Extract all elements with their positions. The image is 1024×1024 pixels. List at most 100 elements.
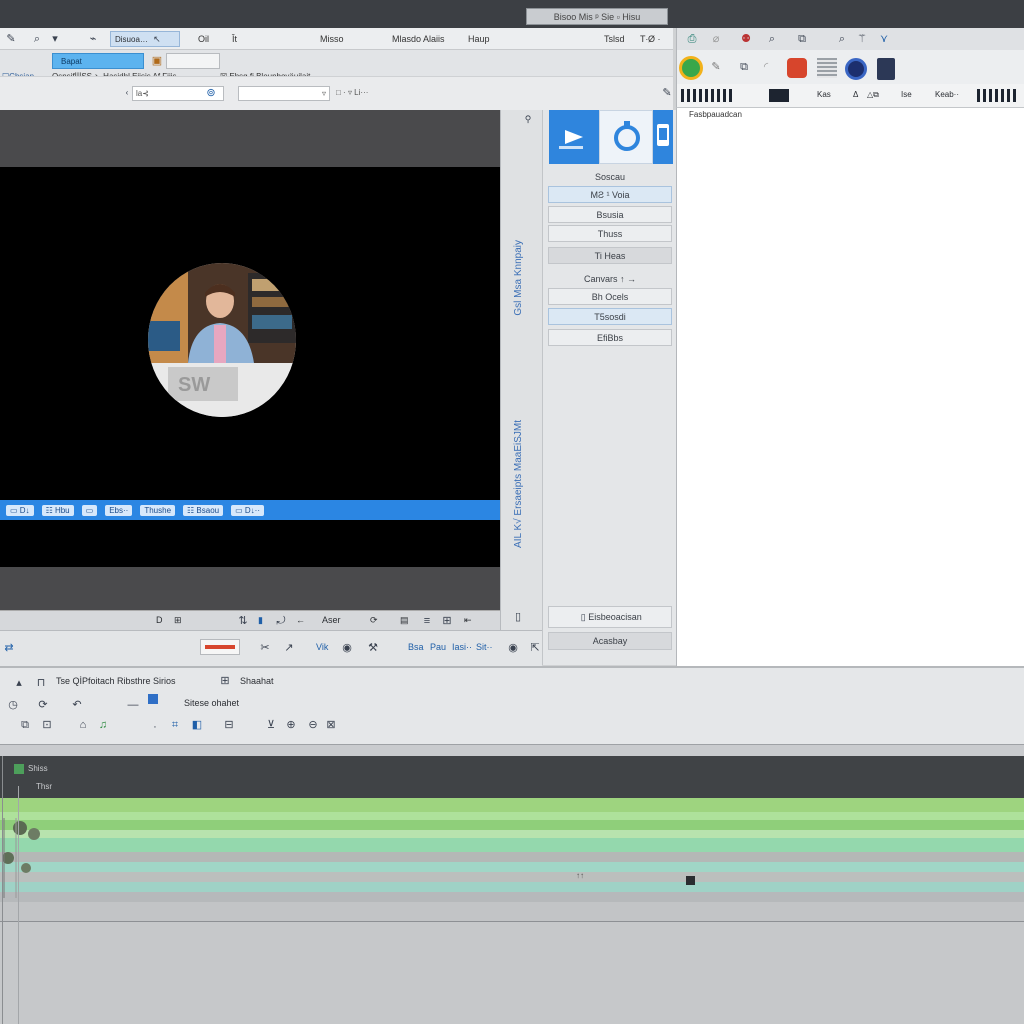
- bar-item-3[interactable]: Ebs··: [105, 504, 133, 516]
- side-button-8[interactable]: EfiBbs: [548, 329, 672, 346]
- grey-clip-1[interactable]: [0, 852, 1024, 862]
- menu-item-1[interactable]: Ît: [232, 34, 237, 44]
- green-clip-2[interactable]: [0, 812, 1024, 820]
- file-field[interactable]: Disuoa… ↖: [110, 31, 180, 47]
- teal-clip-1[interactable]: [0, 838, 1024, 852]
- eye-icon[interactable]: ◉: [340, 641, 354, 655]
- grey-clip-2[interactable]: [0, 872, 1024, 882]
- video-thumbnail[interactable]: SW: [148, 263, 296, 417]
- teal-clip-3[interactable]: [0, 882, 1024, 892]
- menu-item-6[interactable]: T∙Ø ·: [640, 34, 661, 44]
- menu-item-5[interactable]: Tslsd: [604, 34, 625, 44]
- minus-icon[interactable]: —: [126, 698, 140, 712]
- screenshot-icon[interactable]: ⧉: [18, 718, 32, 732]
- bar-item-4[interactable]: Thushe: [140, 504, 176, 516]
- grid-icon-2[interactable]: ⊞: [218, 674, 232, 688]
- copy-icon[interactable]: ⧉: [795, 32, 809, 46]
- pin-icon[interactable]: ⚲: [521, 112, 535, 126]
- chevron-down-icon[interactable]: ▾: [48, 32, 62, 46]
- ctrl-5[interactable]: ⟳: [370, 615, 378, 626]
- side-button-4[interactable]: Ti Heas: [548, 247, 672, 264]
- image-icon-2[interactable]: ⊡: [40, 718, 54, 732]
- video-track[interactable]: Shiss Thsr: [0, 756, 1024, 798]
- zoom-out-icon[interactable]: ⊖: [306, 718, 320, 732]
- fit-icon[interactable]: ⊠: [324, 718, 338, 732]
- crop-icon[interactable]: ⌗: [168, 718, 182, 732]
- teal-clip-2[interactable]: [0, 862, 1024, 872]
- rp-label-0[interactable]: Kas: [817, 90, 831, 99]
- mid-text-3[interactable]: Iasi··: [452, 642, 472, 652]
- rp-label-1[interactable]: Δ: [853, 90, 858, 99]
- dot-icon[interactable]: ·: [148, 720, 162, 734]
- triangle-icon[interactable]: ▴: [12, 676, 26, 690]
- mid-text-4[interactable]: Sit··: [476, 642, 493, 652]
- empty-track-1[interactable]: [0, 902, 1024, 922]
- zoom-in-icon[interactable]: ⊕: [284, 718, 298, 732]
- dropdown-field[interactable]: [166, 53, 220, 69]
- record-icon-red[interactable]: [787, 58, 807, 78]
- playback-bar[interactable]: ▭ D↓ ☷ Hbu ▭ Ebs·· Thushe ☷ Bsaou ▭ D↓··: [0, 500, 500, 520]
- green-clip-4[interactable]: [0, 830, 1024, 838]
- search-icon-2[interactable]: ⌕: [765, 32, 779, 46]
- bar-item-5[interactable]: ☷ Bsaou: [183, 504, 224, 516]
- play-button[interactable]: [549, 110, 599, 164]
- image-icon[interactable]: ⧉: [737, 60, 751, 74]
- side-button-5[interactable]: Canvars ↑ →: [548, 270, 672, 287]
- bar-item-0[interactable]: ▭ D↓: [6, 504, 34, 516]
- lock-icon[interactable]: ⊓: [34, 676, 48, 690]
- film-strip-icon[interactable]: [681, 89, 733, 102]
- wand-icon[interactable]: ⚚: [855, 32, 869, 46]
- edit-icon[interactable]: ✎: [709, 60, 723, 74]
- blue-square-icon[interactable]: [148, 694, 158, 704]
- print-icon[interactable]: ⎙: [685, 32, 699, 46]
- arrow-icon-2[interactable]: ↗: [282, 641, 296, 655]
- rp-label-4[interactable]: Keab··: [935, 90, 959, 99]
- bar-item-2[interactable]: ▭: [81, 504, 98, 516]
- frame-select[interactable]: □ · ▿ Li···: [336, 88, 368, 97]
- lines-icon[interactable]: [817, 58, 837, 78]
- new-file-icon[interactable]: ✎: [4, 32, 18, 46]
- hammer-icon[interactable]: ⚒: [366, 641, 380, 655]
- square-icon[interactable]: ▯: [511, 610, 525, 624]
- menu-item-4[interactable]: Haup: [468, 34, 490, 44]
- search-icon[interactable]: ⌕: [30, 32, 44, 46]
- list-icon[interactable]: ≡: [420, 614, 434, 628]
- ctrl-2[interactable]: ▮: [258, 615, 263, 626]
- mid-text-2[interactable]: Pau: [430, 642, 446, 652]
- swap-icon[interactable]: ⇄: [2, 641, 16, 655]
- globe-icon[interactable]: [845, 58, 867, 80]
- search-icon-3[interactable]: ⌕: [835, 32, 849, 46]
- menu-item-2[interactable]: Misso: [320, 34, 344, 44]
- device-button[interactable]: [653, 110, 673, 164]
- side-button-1[interactable]: MƧ ¹ Voia: [548, 186, 672, 203]
- filter-icon[interactable]: ⋎: [877, 32, 891, 46]
- folder-icon[interactable]: ▣: [150, 54, 164, 68]
- expand-icon[interactable]: ⇱: [528, 641, 542, 655]
- rp-label-2[interactable]: △⧉: [867, 90, 879, 100]
- ctrl-4[interactable]: Aser: [322, 615, 341, 625]
- refresh-icon[interactable]: ⟳: [36, 698, 50, 712]
- ctrl-6[interactable]: ▤: [400, 615, 409, 626]
- rotate-icon[interactable]: ⤾: [274, 614, 288, 628]
- mid-text-1[interactable]: Bsa: [408, 642, 424, 652]
- ctrl-0[interactable]: D: [156, 615, 163, 625]
- dash-icon[interactable]: ◜: [759, 60, 773, 74]
- bar-item-1[interactable]: ☷ Hbu: [41, 504, 74, 516]
- menu-item-0[interactable]: Oil: [198, 34, 209, 44]
- side-bottom-button-2[interactable]: Acasbay: [548, 632, 672, 650]
- grey-clip-3[interactable]: [0, 892, 1024, 902]
- side-button-6[interactable]: Bh Ocels: [548, 288, 672, 305]
- bar-item-6[interactable]: ▭ D↓··: [231, 504, 264, 516]
- cut-icon[interactable]: ✂: [258, 641, 272, 655]
- side-button-3[interactable]: Thuss: [548, 225, 672, 242]
- keyframe-marker[interactable]: [686, 876, 695, 885]
- undo-icon[interactable]: ↶: [70, 698, 84, 712]
- green-clip-1[interactable]: [0, 798, 1024, 812]
- brush-icon-2[interactable]: ⌂: [76, 718, 90, 732]
- audio-icon[interactable]: ♫: [96, 718, 110, 732]
- rp-label-3[interactable]: Ise: [901, 90, 912, 99]
- rate-select[interactable]: ▿: [238, 86, 330, 101]
- color-swatch[interactable]: [200, 639, 240, 655]
- phone-icon-dark[interactable]: [877, 58, 895, 80]
- frame-icon[interactable]: [769, 89, 789, 102]
